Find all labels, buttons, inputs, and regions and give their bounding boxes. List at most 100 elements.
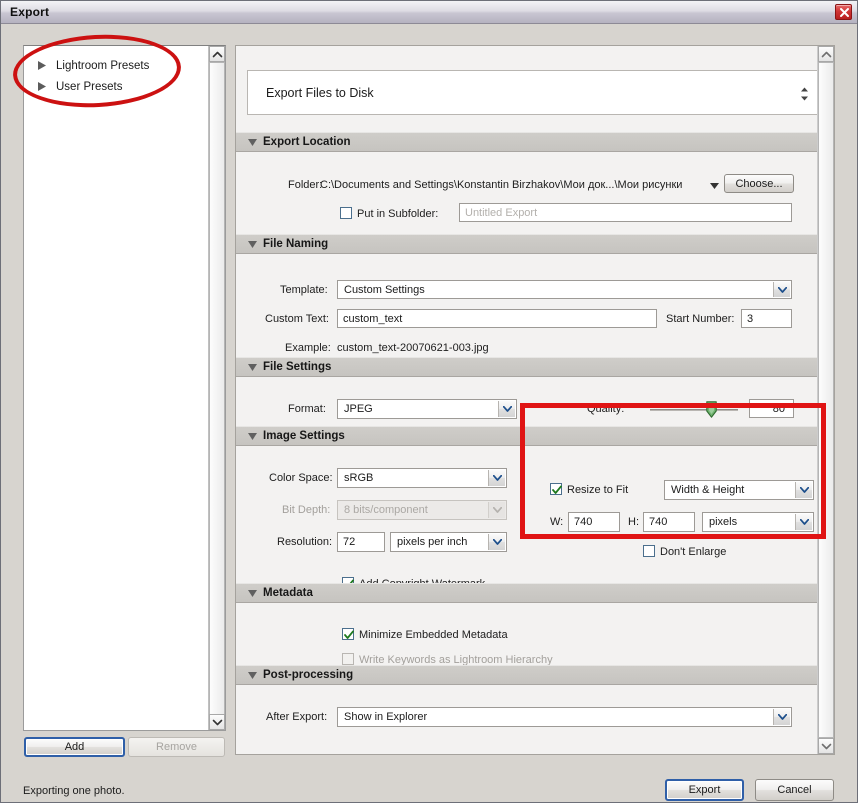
after-export-combo[interactable]: Show in Explorer: [337, 707, 792, 727]
resize-mode-value: Width & Height: [671, 484, 745, 496]
chevron-down-icon[interactable]: [498, 401, 515, 417]
triangle-down-icon[interactable]: [710, 183, 719, 189]
section-title: Metadata: [263, 587, 313, 599]
format-combo[interactable]: JPEG: [337, 399, 517, 419]
caret-down-icon: [248, 241, 257, 248]
section-body-metadata: Minimize Embedded Metadata Write Keyword…: [236, 604, 818, 674]
section-body-post-processing: After Export: Show in Explorer: [236, 686, 818, 754]
dont-enlarge-checkbox[interactable]: [643, 545, 655, 557]
chevron-down-icon[interactable]: [795, 482, 812, 498]
presets-sidebar: Lightroom Presets User Presets: [23, 45, 226, 731]
cancel-button[interactable]: Cancel: [755, 779, 834, 801]
subfolder-name-input[interactable]: Untitled Export: [459, 203, 792, 222]
export-preset-combo[interactable]: Export Files to Disk: [247, 70, 823, 115]
bit-depth-value: 8 bits/component: [344, 504, 428, 516]
sidebar-scrollbar[interactable]: [208, 46, 225, 730]
quality-slider-thumb[interactable]: [706, 401, 717, 418]
quality-label: Quality:: [587, 403, 625, 415]
put-in-subfolder-checkbox[interactable]: [340, 207, 352, 219]
export-button[interactable]: Export: [665, 779, 744, 801]
section-header-file-settings[interactable]: File Settings: [236, 357, 818, 377]
example-label: Example:: [285, 342, 331, 354]
start-number-label: Start Number:: [666, 313, 735, 325]
bit-depth-label: Bit Depth:: [282, 504, 331, 516]
window-title: Export: [10, 5, 50, 19]
caret-down-icon: [248, 139, 257, 146]
triangle-right-icon[interactable]: [38, 82, 50, 91]
chevron-down-icon: [488, 502, 505, 518]
resolution-unit-value: pixels per inch: [397, 536, 468, 548]
scroll-thumb[interactable]: [209, 62, 225, 717]
caret-down-icon: [248, 433, 257, 440]
section-header-post-processing[interactable]: Post-processing: [236, 665, 818, 685]
title-bar: Export: [1, 1, 857, 24]
resize-units-combo[interactable]: pixels: [702, 512, 814, 532]
chevron-down-icon[interactable]: [795, 514, 812, 530]
scroll-up-button[interactable]: [818, 46, 834, 62]
section-title: File Naming: [263, 238, 329, 250]
section-header-image-settings[interactable]: Image Settings: [236, 426, 818, 446]
section-body-file-naming: Template: Custom Settings Custom Text: c…: [236, 255, 818, 366]
section-title: Image Settings: [263, 430, 345, 442]
section-body-export-location: Folder: C:\Documents and Settings\Konsta…: [236, 153, 818, 243]
remove-preset-button: Remove: [128, 737, 225, 757]
chevron-up-icon: [821, 51, 832, 58]
chevron-down-icon[interactable]: [488, 470, 505, 486]
scroll-up-button[interactable]: [209, 46, 225, 62]
presets-tree: Lightroom Presets User Presets: [24, 46, 208, 730]
section-title: Post-processing: [263, 669, 354, 681]
export-dialog: Export Lightroom Presets User Presets Ad…: [0, 0, 858, 803]
section-title: Export Location: [263, 136, 351, 148]
folder-path-value[interactable]: C:\Documents and Settings\Konstantin Bir…: [320, 179, 682, 191]
resize-to-fit-checkbox[interactable]: [550, 483, 562, 495]
height-label: H:: [628, 516, 639, 528]
after-export-value: Show in Explorer: [344, 711, 428, 723]
minimize-metadata-checkbox[interactable]: [342, 628, 354, 640]
filename-template-combo[interactable]: Custom Settings: [337, 280, 792, 299]
format-label: Format:: [288, 403, 326, 415]
updown-spinner-icon[interactable]: [800, 87, 809, 101]
section-header-export-location[interactable]: Export Location: [236, 132, 818, 152]
color-space-combo[interactable]: sRGB: [337, 468, 507, 488]
height-input[interactable]: 740: [643, 512, 695, 532]
filename-template-value: Custom Settings: [344, 283, 425, 296]
chevron-down-icon[interactable]: [773, 709, 790, 725]
checkmark-icon: [552, 485, 562, 494]
caret-down-icon: [248, 590, 257, 597]
put-in-subfolder-label: Put in Subfolder:: [357, 208, 439, 220]
start-number-input[interactable]: 3: [741, 309, 792, 328]
chevron-down-icon[interactable]: [488, 534, 505, 550]
after-export-label: After Export:: [266, 711, 328, 723]
section-header-metadata[interactable]: Metadata: [236, 583, 818, 603]
preset-group-lightroom[interactable]: Lightroom Presets: [38, 55, 208, 76]
chevron-down-icon[interactable]: [773, 282, 790, 297]
section-header-file-naming[interactable]: File Naming: [236, 234, 818, 254]
resize-units-value: pixels: [709, 516, 738, 528]
custom-text-input[interactable]: custom_text: [337, 309, 657, 328]
width-input[interactable]: 740: [568, 512, 620, 532]
resolution-input[interactable]: 72: [337, 532, 385, 552]
add-preset-button[interactable]: Add: [24, 737, 125, 757]
checkmark-icon: [344, 630, 354, 639]
quality-value-input[interactable]: 80: [749, 399, 794, 418]
resize-mode-combo[interactable]: Width & Height: [664, 480, 814, 500]
caret-down-icon: [248, 672, 257, 679]
example-value: custom_text-20070621-003.jpg: [337, 342, 489, 354]
color-space-label: Color Space:: [269, 472, 333, 484]
preset-group-user[interactable]: User Presets: [38, 76, 208, 97]
width-label: W:: [550, 516, 564, 528]
triangle-right-icon[interactable]: [38, 61, 50, 70]
resolution-unit-combo[interactable]: pixels per inch: [390, 532, 507, 552]
scroll-thumb[interactable]: [818, 62, 834, 738]
quality-slider-track[interactable]: [650, 409, 738, 411]
scroll-down-button[interactable]: [818, 738, 834, 754]
section-title: File Settings: [263, 361, 332, 373]
choose-folder-button[interactable]: Choose...: [724, 174, 794, 193]
scroll-down-button[interactable]: [209, 714, 225, 730]
template-label: Template:: [280, 284, 328, 296]
main-panel-scrollbar[interactable]: [817, 46, 834, 754]
close-button[interactable]: [835, 4, 852, 20]
write-keywords-checkbox: [342, 653, 354, 665]
preset-group-label: Lightroom Presets: [56, 59, 150, 72]
chevron-down-icon: [821, 743, 832, 750]
